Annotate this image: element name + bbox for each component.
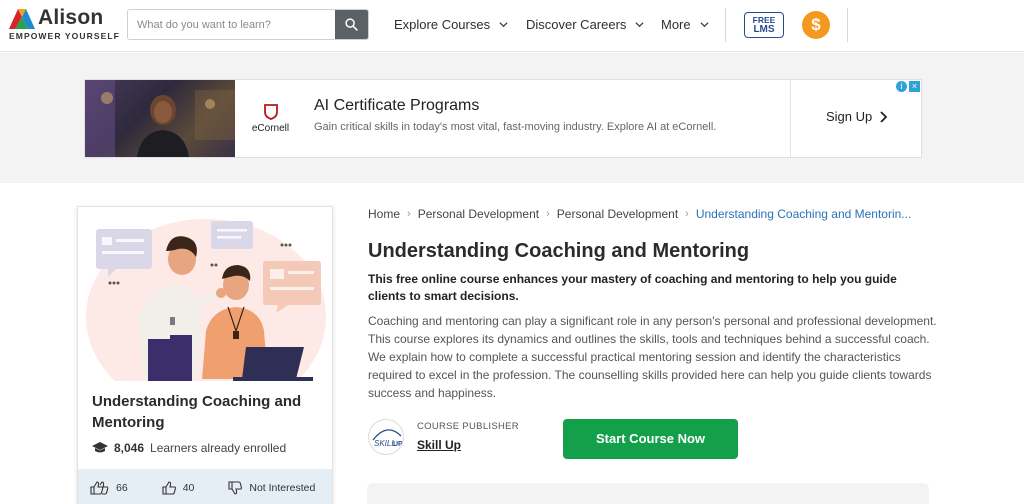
card-course-title[interactable]: Understanding Coaching and Mentoring (92, 391, 322, 433)
skill-up-logo-icon: SKILL UP (372, 429, 403, 448)
enrolled-count: 8,046 (114, 441, 145, 455)
free-lms-button[interactable]: FREE LMS (744, 12, 784, 38)
nav-explore-courses[interactable]: Explore Courses (394, 17, 508, 32)
header-divider (725, 8, 726, 42)
chevron-down-icon (635, 22, 644, 28)
search-button[interactable] (335, 10, 368, 39)
logo-tagline: EMPOWER YOURSELF (9, 31, 120, 41)
ad-subtitle: Gain critical skills in today's most vit… (314, 121, 717, 133)
not-interested-label: Not Interested (249, 482, 316, 494)
nav-discover-careers-label: Discover Careers (526, 17, 627, 32)
ad-band: eCornell AI Certificate Programs Gain cr… (0, 53, 1024, 183)
like-button[interactable]: 66 (90, 481, 128, 495)
breadcrumb-separator-icon: › (685, 208, 689, 220)
ad-cta-label: Sign Up (826, 109, 873, 124)
enrollment-info: 8,046 Learners already enrolled (92, 441, 286, 455)
thumbs-down-icon (228, 481, 243, 495)
header-divider (847, 8, 848, 42)
course-tagline: This free online course enhances your ma… (368, 272, 897, 303)
ad-choices[interactable]: i × (896, 81, 920, 92)
ad-person-illustration (85, 80, 235, 157)
thumbs-up-button[interactable]: 40 (162, 481, 195, 495)
site-header: Alison EMPOWER YOURSELF Explore Courses … (0, 0, 1024, 52)
course-description: Coaching and mentoring can play a signif… (368, 314, 937, 400)
course-details-panel (367, 483, 929, 504)
thumbs-up-double-icon (90, 481, 109, 495)
coin-icon-button[interactable]: $ (802, 11, 830, 39)
breadcrumb-separator-icon: › (546, 208, 550, 220)
alison-logo-icon (9, 9, 35, 29)
page-title: Understanding Coaching and Mentoring (368, 240, 750, 262)
chevron-down-icon (499, 22, 508, 28)
nav-discover-careers[interactable]: Discover Careers (526, 17, 644, 32)
ad-banner[interactable]: eCornell AI Certificate Programs Gain cr… (84, 79, 922, 158)
publisher-label: COURSE PUBLISHER (417, 421, 519, 432)
ecornell-shield-icon (263, 103, 278, 120)
breadcrumb-subcategory[interactable]: Personal Development (557, 207, 678, 221)
start-course-button[interactable]: Start Course Now (563, 419, 738, 459)
svg-text:UP: UP (393, 441, 403, 448)
card-actions-bar: 66 40 Not Interested (78, 469, 332, 504)
nav-more-label: More (661, 17, 691, 32)
search-icon (345, 18, 358, 31)
nav-more[interactable]: More (661, 17, 709, 32)
alison-logo[interactable]: Alison EMPOWER YOURSELF (9, 6, 119, 46)
publisher-name-link[interactable]: Skill Up (417, 438, 461, 452)
chevron-down-icon (700, 22, 709, 28)
not-interested-button[interactable]: Not Interested (228, 481, 315, 495)
breadcrumb-category[interactable]: Personal Development (418, 207, 539, 221)
search-box (127, 9, 369, 40)
ad-info-icon[interactable]: i (896, 81, 907, 92)
logo-wordmark: Alison (38, 6, 104, 29)
breadcrumb: Home › Personal Development › Personal D… (368, 207, 911, 221)
ad-close-icon[interactable]: × (909, 81, 920, 92)
breadcrumb-separator-icon: › (407, 208, 411, 220)
thumbs-up-count: 40 (182, 482, 195, 494)
breadcrumb-home[interactable]: Home (368, 207, 400, 221)
thumbs-up-icon (162, 481, 176, 495)
free-lms-line2: LMS (753, 24, 775, 35)
coaching-illustration (86, 219, 326, 381)
ad-divider (790, 80, 791, 157)
ad-sign-up-button[interactable]: Sign Up (826, 109, 888, 124)
nav-explore-courses-label: Explore Courses (394, 17, 491, 32)
ad-brand-name: eCornell (251, 122, 290, 134)
ad-title: AI Certificate Programs (314, 97, 480, 114)
ad-photo (85, 80, 235, 157)
enrolled-label: Learners already enrolled (150, 441, 287, 455)
breadcrumb-current[interactable]: Understanding Coaching and Mentorin... (696, 207, 911, 221)
skill-up-logo[interactable]: SKILL UP (368, 419, 404, 455)
graduation-cap-icon (92, 442, 108, 453)
search-input[interactable] (128, 10, 337, 39)
chevron-right-icon (880, 110, 888, 123)
ad-brand: eCornell (235, 80, 306, 157)
ad-text: AI Certificate Programs Gain critical sk… (314, 97, 716, 133)
course-card: Understanding Coaching and Mentoring 8,0… (77, 206, 333, 504)
like-count: 66 (116, 482, 128, 494)
